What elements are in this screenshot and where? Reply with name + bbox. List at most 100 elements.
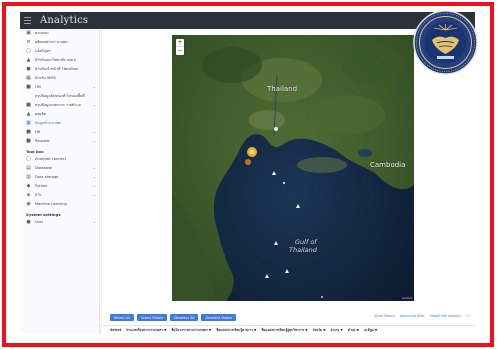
sidebar-item[interactable]: สรุปข้อมูลลักษณะทั่วไปของพื้นที่ xyxy=(20,92,99,101)
sidebar-item-label: Request xyxy=(35,138,50,143)
sidebar-item[interactable]: ▥ Data storage ⌄ xyxy=(20,173,99,182)
sidebar-item[interactable]: ■ HR ⌄ xyxy=(20,128,99,137)
sidebar: ▣ ตลาดบน ≡ ผลิตผลทางการเกษตร ▢ แจ้งปัญหา ▲ สำหร… xyxy=(20,29,100,334)
sidebar-item[interactable]: ▤ Database ⌄ xyxy=(20,164,99,173)
sidebar-item[interactable]: ◈ ETL ⌄ xyxy=(20,191,99,200)
sidebar-item-label: แจ้งปัญหา xyxy=(35,49,51,53)
building-icon: ▦ xyxy=(26,75,31,81)
chevron-down-icon[interactable]: ⌄ xyxy=(93,183,96,189)
app-brand: Analytics xyxy=(40,15,89,26)
map-label-gulf-line1: Gulf of xyxy=(295,238,317,246)
sidebar-item[interactable]: ● User ⌄ xyxy=(20,218,99,227)
selection-button[interactable]: Select All xyxy=(110,314,134,321)
sidebar-item-label: ตลาดบน xyxy=(35,31,49,35)
etl-icon: ◈ xyxy=(26,191,31,198)
file-icon: ▢ xyxy=(26,48,31,54)
database-icon: ▤ xyxy=(26,164,31,171)
grid-icon: ▦ xyxy=(26,119,31,126)
sidebar-item-label: สรุปข้อมูลลักษณะทั่วไปของพื้นที่ xyxy=(35,94,85,98)
sidebar-item[interactable]: ◉ Machine Learning xyxy=(20,200,99,209)
table-column-header[interactable]: Select xyxy=(110,328,121,332)
sidebar-item-label: สำหรับเจ้าหน้าที่ Tfertiliser xyxy=(35,67,79,71)
user-icon: ● xyxy=(26,218,31,225)
sidebar-item[interactable]: ≡ ผลิตผลทางการเกษตร xyxy=(20,38,99,47)
table-column-header[interactable]: ตำบล xyxy=(348,328,356,333)
sidebar-item[interactable]: ■ HM ⌄ xyxy=(20,83,99,92)
app-screen: Analytics ▣ ตลาดบน ≡ ผลิตผลทางการเกษตร ▢ แจ้ง… xyxy=(20,12,475,334)
table-column-header[interactable]: จังหวัด xyxy=(313,328,322,333)
sidebar-item[interactable]: ■ Request ⌄ xyxy=(20,137,99,146)
chevron-down-icon[interactable]: ⌄ xyxy=(93,84,96,90)
table-tools: Show Search Advanced Filter Show/Hide colu… xyxy=(374,314,471,319)
file-icon: ▢ xyxy=(26,155,31,162)
sidebar-item[interactable]: ◆ Python ⌄ xyxy=(20,182,99,191)
chevron-down-icon[interactable]: ⌄ xyxy=(93,192,96,198)
map-label-cambodia: Cambodia xyxy=(370,161,406,169)
table-column-header[interactable]: ชื่อแหล่งการเรียนรู้สู่ทุกวิชาการ xyxy=(261,328,304,333)
map-view[interactable]: + − Thailand Cambodia Gulf of Thailand L… xyxy=(172,35,414,301)
chevron-down-icon[interactable]: ⌄ xyxy=(93,174,96,180)
sidebar-item-label: สรุปข้อมูลเกษตรกร รายตำบล xyxy=(35,102,81,107)
selection-button[interactable]: Deselect All xyxy=(170,314,199,321)
sidebar-item[interactable]: ▦ ข้อมูลทั่วประเทศ xyxy=(20,119,99,128)
selection-button[interactable]: Select Visible xyxy=(136,314,168,321)
sidebar-item-label: HR xyxy=(35,129,41,134)
sidebar-item[interactable]: ■ สรุปข้อมูลเกษตรกร รายตำบล ⌄ xyxy=(20,101,99,110)
map-label-gulf-line2: Thailand xyxy=(289,246,317,254)
sidebar-item[interactable]: ▢ Analyzer connect xyxy=(20,155,99,164)
more-options-icon[interactable]: ⋯ xyxy=(466,314,471,319)
sidebar-item-label: ผลผลิต xyxy=(35,111,46,116)
sidebar-item[interactable]: ● สำหรับเจ้าหน้าที่ Tfertiliser xyxy=(20,65,99,74)
zoom-out-button[interactable]: − xyxy=(176,47,184,55)
filter-icon[interactable]: ▼ xyxy=(254,328,256,332)
chevron-down-icon[interactable]: ⌄ xyxy=(93,165,96,171)
filter-icon[interactable]: ▼ xyxy=(323,328,325,332)
sidebar-item[interactable]: ▦ สำหรับ WMS xyxy=(20,74,99,83)
sidebar-item[interactable]: ▲ สำหรับมหาวิทยาลัย mark xyxy=(20,56,99,65)
filter-icon[interactable]: ▼ xyxy=(340,328,342,332)
chart-icon: ▲ xyxy=(26,110,31,117)
sidebar-item-label: Analyzer connect xyxy=(35,156,67,161)
filter-icon[interactable]: ▼ xyxy=(375,328,377,332)
filter-icon[interactable]: ▼ xyxy=(357,328,359,332)
chevron-down-icon[interactable]: ⌄ xyxy=(93,219,96,225)
chevron-down-icon[interactable]: ⌄ xyxy=(93,102,96,108)
menu-icon[interactable] xyxy=(24,17,38,24)
table-column-header[interactable]: ชื่อแหล่งการเรียนรู้ทางการ xyxy=(216,328,253,333)
ml-icon: ◉ xyxy=(26,200,31,207)
filter-icon[interactable]: ▼ xyxy=(305,328,307,332)
table-column-header[interactable]: ประเภทเรื่องทางการเกษตร xyxy=(126,328,163,333)
table-tool-link[interactable]: Advanced Filter xyxy=(400,314,425,318)
chevron-down-icon[interactable]: ⌄ xyxy=(93,129,96,135)
sidebar-item-label: สำหรับ WMS xyxy=(35,76,56,80)
filter-icon[interactable]: ▼ xyxy=(209,328,211,332)
sidebar-item[interactable]: ▲ ผลผลิต xyxy=(20,110,99,119)
sidebar-item-label: Machine Learning xyxy=(35,201,67,206)
table-column-header[interactable]: ละติจูด xyxy=(364,328,374,333)
table-column-header[interactable]: ชื่อโครงการทางการเกษตร xyxy=(171,328,207,333)
sidebar-section-tools: Tool box xyxy=(26,148,44,154)
map-attribution[interactable]: Leaflet xyxy=(402,296,412,300)
selection-button[interactable]: Deselect Visible xyxy=(201,314,237,321)
map-label-thailand: Thailand xyxy=(267,85,298,93)
folder-icon: ■ xyxy=(26,84,31,90)
filter-icon[interactable]: ▼ xyxy=(164,328,166,332)
sidebar-item-label: ETL xyxy=(35,192,42,197)
table-header: Select ประเภทเรื่องทางการเกษตร ▼ ชื่อโครงกา… xyxy=(102,325,475,334)
folder-icon: ■ xyxy=(26,128,31,135)
chevron-down-icon[interactable]: ⌄ xyxy=(93,138,96,144)
sidebar-item-label: User xyxy=(35,219,44,224)
table-column-header[interactable]: อำเภอ xyxy=(331,328,340,333)
sidebar-section-settings: System settings xyxy=(26,211,61,217)
sidebar-item-label: ผลิตผลทางการเกษตร xyxy=(35,40,69,44)
sidebar-item-label: ข้อมูลทั่วประเทศ xyxy=(35,120,61,125)
table-tool-link[interactable]: Show Search xyxy=(374,314,395,318)
sidebar-item[interactable]: ▢ แจ้งปัญหา xyxy=(20,47,99,56)
storage-icon: ▥ xyxy=(26,173,31,180)
sidebar-item-label: HM xyxy=(35,85,41,89)
selection-buttons: Select All Select Visible Deselect All Dese… xyxy=(110,314,237,321)
sidebar-item[interactable]: ▣ ตลาดบน xyxy=(20,29,99,38)
table-tool-link[interactable]: Show/Hide columns xyxy=(430,314,461,318)
sidebar-item-label: Database xyxy=(35,165,53,170)
zoom-in-button[interactable]: + xyxy=(176,39,184,47)
